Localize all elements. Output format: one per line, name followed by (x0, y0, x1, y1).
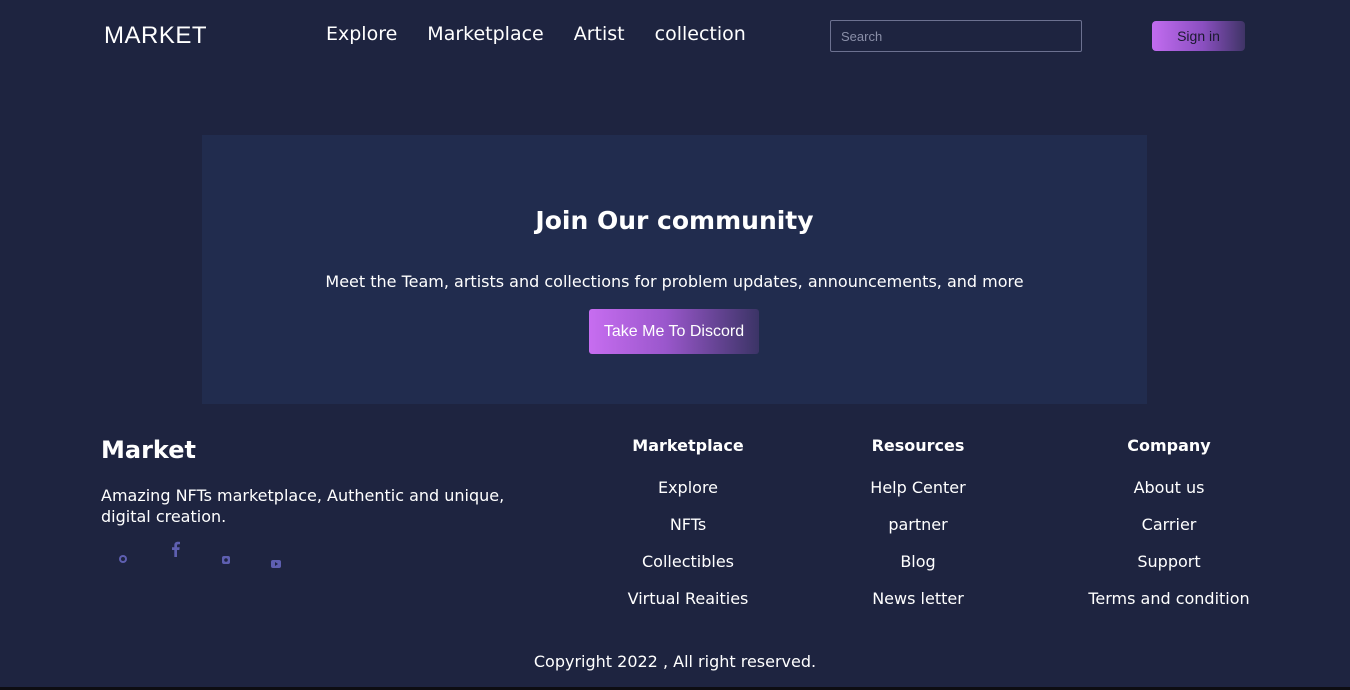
site-logo[interactable]: MARKET (104, 22, 207, 50)
nav-collection[interactable]: collection (655, 23, 746, 45)
footer-link-terms[interactable]: Terms and condition (1069, 589, 1269, 608)
facebook-icon[interactable] (168, 541, 184, 561)
footer-description: Amazing NFTs marketplace, Authentic and … (101, 486, 505, 526)
footer-col-company: Company About us Carrier Support Terms a… (1069, 436, 1269, 608)
main-nav: Explore Marketplace Artist collection (326, 23, 746, 45)
discord-button[interactable]: Take Me To Discord (589, 309, 759, 354)
footer-link-partner[interactable]: partner (828, 515, 1008, 534)
footer-link-newsletter[interactable]: News letter (828, 589, 1008, 608)
footer-link-support[interactable]: Support (1069, 552, 1269, 571)
instagram-icon[interactable] (221, 550, 231, 569)
footer-link-about-us[interactable]: About us (1069, 478, 1269, 497)
community-panel: Join Our community Meet the Team, artist… (202, 135, 1147, 404)
nav-marketplace[interactable]: Marketplace (427, 23, 543, 45)
footer-col-marketplace: Marketplace Explore NFTs Collectibles Vi… (598, 436, 778, 608)
sign-in-button[interactable]: Sign in (1152, 21, 1245, 51)
footer-link-nfts[interactable]: NFTs (598, 515, 778, 534)
nav-artist[interactable]: Artist (574, 23, 625, 45)
youtube-icon[interactable] (271, 553, 281, 572)
footer-col-title: Marketplace (632, 436, 744, 455)
footer-link-explore[interactable]: Explore (598, 478, 778, 497)
top-navbar: MARKET Explore Marketplace Artist collec… (0, 0, 1350, 80)
globe-icon[interactable] (118, 549, 128, 568)
footer-link-collectibles[interactable]: Collectibles (598, 552, 778, 571)
footer-link-help-center[interactable]: Help Center (828, 478, 1008, 497)
footer-col-title: Resources (871, 436, 965, 455)
community-text: Meet the Team, artists and collections f… (325, 272, 1024, 291)
copyright-text: Copyright 2022 , All right reserved. (533, 652, 817, 671)
footer-link-virtual-realities[interactable]: Virtual Reaities (598, 589, 778, 608)
footer-col-resources: Resources Help Center partner Blog News … (828, 436, 1008, 608)
nav-explore[interactable]: Explore (326, 23, 397, 45)
footer-link-blog[interactable]: Blog (828, 552, 1008, 571)
footer-link-carrier[interactable]: Carrier (1069, 515, 1269, 534)
footer-brand: Market (101, 436, 196, 464)
search-input[interactable] (830, 20, 1082, 52)
community-title: Join Our community (535, 206, 814, 235)
footer-col-title: Company (1127, 436, 1211, 455)
